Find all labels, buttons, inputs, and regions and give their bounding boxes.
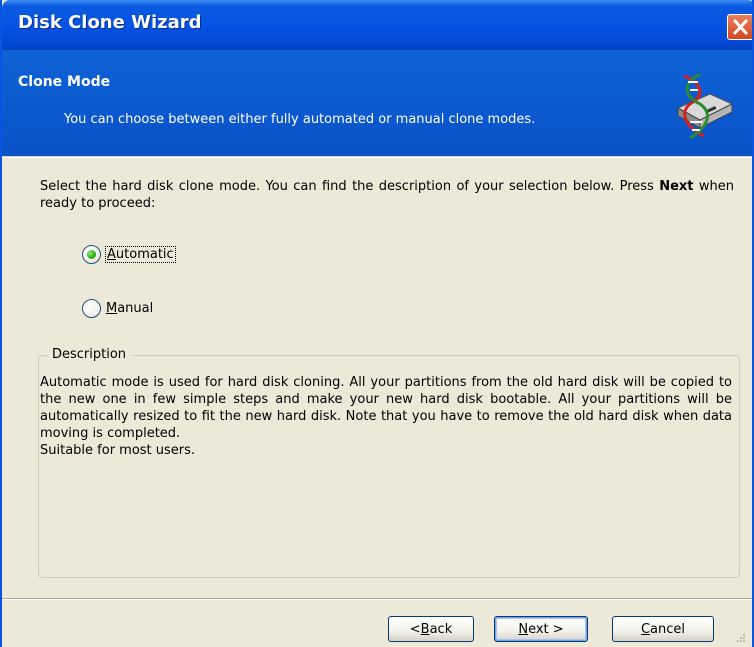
instruction-bold-next: Next	[659, 179, 694, 194]
description-text: Automatic mode is used for hard disk clo…	[40, 374, 732, 459]
radio-manual-label[interactable]: Manual	[106, 301, 153, 316]
description-note: Suitable for most users.	[40, 443, 196, 458]
radio-selected-dot	[87, 250, 96, 259]
mnemonic-n: N	[518, 621, 529, 637]
header-title: Clone Mode	[18, 74, 111, 90]
radio-manual-label-rest: anual	[117, 301, 154, 316]
mnemonic-a: A	[107, 247, 116, 262]
instruction-text-part: Select the hard disk clone mode. You can…	[40, 179, 660, 194]
back-button-prefix: <	[409, 621, 421, 637]
window-title: Disk Clone Wizard	[18, 12, 202, 33]
title-bar[interactable]: Disk Clone Wizard	[2, 0, 752, 50]
next-button-rest: ext >	[528, 621, 564, 637]
radio-automatic-control[interactable]	[82, 245, 101, 264]
description-legend: Description	[48, 347, 133, 362]
disk-clone-icon	[676, 72, 734, 140]
instruction-text: Select the hard disk clone mode. You can…	[40, 178, 734, 212]
radio-manual-control[interactable]	[82, 299, 101, 318]
radio-automatic-label[interactable]: Automatic	[105, 246, 176, 263]
footer-divider	[2, 598, 752, 600]
cancel-button-rest: ancel	[650, 621, 686, 637]
mnemonic-b: B	[420, 621, 430, 637]
radio-automatic[interactable]: Automatic	[82, 245, 176, 264]
cancel-button[interactable]: Cancel	[612, 616, 714, 642]
radio-automatic-label-rest: utomatic	[115, 247, 174, 262]
resize-grip-icon[interactable]	[736, 633, 746, 643]
header-divider	[2, 156, 752, 158]
mnemonic-m: M	[106, 301, 118, 316]
back-button[interactable]: < Back	[388, 616, 474, 642]
wizard-header: Clone Mode You can choose between either…	[2, 50, 752, 156]
description-paragraph: Automatic mode is used for hard disk clo…	[40, 375, 732, 441]
next-button[interactable]: Next >	[494, 616, 588, 642]
back-button-rest: ack	[429, 621, 453, 637]
radio-manual[interactable]: Manual	[82, 299, 153, 318]
close-button[interactable]	[727, 14, 752, 40]
disk-clone-wizard-window: Disk Clone Wizard Clone Mode You can cho…	[0, 0, 754, 647]
mnemonic-c: C	[640, 621, 651, 637]
close-icon	[733, 19, 748, 35]
header-subtitle: You can choose between either fully auto…	[64, 112, 536, 127]
